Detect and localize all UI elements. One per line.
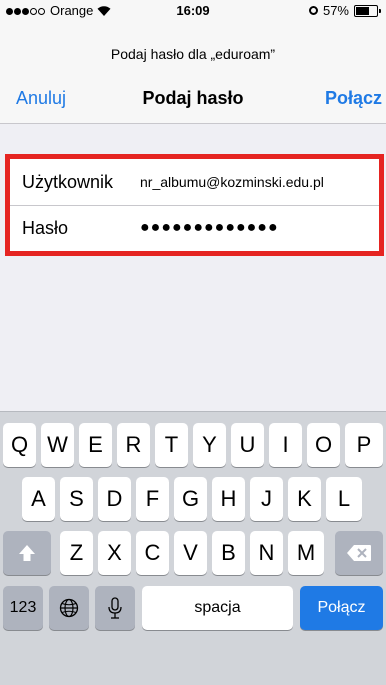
- key-u[interactable]: U: [231, 423, 264, 467]
- key-g[interactable]: G: [174, 477, 207, 521]
- key-n[interactable]: N: [250, 531, 283, 575]
- mic-icon: [108, 597, 122, 619]
- keyboard: Q W E R T Y U I O P A S D F G H J K L Z …: [0, 411, 386, 685]
- cancel-button[interactable]: Anuluj: [16, 88, 66, 109]
- key-p[interactable]: P: [345, 423, 383, 467]
- key-t[interactable]: T: [155, 423, 188, 467]
- key-o[interactable]: O: [307, 423, 340, 467]
- battery-icon: [354, 4, 381, 17]
- key-x[interactable]: X: [98, 531, 131, 575]
- password-label: Hasło: [22, 217, 69, 238]
- battery-status: 57%: [308, 3, 381, 18]
- microphone-key[interactable]: [95, 586, 135, 630]
- space-key[interactable]: spacja: [142, 586, 293, 630]
- key-w[interactable]: W: [41, 423, 74, 467]
- key-q[interactable]: Q: [3, 423, 36, 467]
- globe-key[interactable]: [49, 586, 89, 630]
- key-r[interactable]: R: [117, 423, 150, 467]
- key-b[interactable]: B: [212, 531, 245, 575]
- username-label: Użytkownik: [22, 171, 114, 192]
- key-c[interactable]: C: [136, 531, 169, 575]
- key-v[interactable]: V: [174, 531, 207, 575]
- connect-button[interactable]: Połącz: [325, 88, 382, 109]
- connect-key[interactable]: Połącz: [300, 586, 383, 630]
- username-field[interactable]: nr_albumu@kozminski.edu.pl: [140, 174, 324, 190]
- shift-icon: [19, 545, 35, 561]
- key-m[interactable]: M: [288, 531, 324, 575]
- shift-key[interactable]: [3, 531, 51, 575]
- password-field[interactable]: ●●●●●●●●●●●●●: [140, 219, 279, 237]
- password-row[interactable]: Hasło ●●●●●●●●●●●●●: [10, 205, 379, 251]
- key-f[interactable]: F: [136, 477, 169, 521]
- key-d[interactable]: D: [98, 477, 131, 521]
- username-row[interactable]: Użytkownik nr_albumu@kozminski.edu.pl: [10, 159, 379, 206]
- delete-icon: [347, 545, 371, 561]
- alarm-icon: [308, 6, 318, 15]
- numbers-key[interactable]: 123: [3, 586, 43, 630]
- navigation-bar: Podaj hasło dla „eduroam” Anuluj Podaj h…: [0, 22, 386, 124]
- key-a[interactable]: A: [22, 477, 55, 521]
- delete-key[interactable]: [335, 531, 383, 575]
- credentials-form: Użytkownik nr_albumu@kozminski.edu.pl Ha…: [5, 154, 384, 256]
- network-prompt: Podaj hasło dla „eduroam”: [110, 46, 276, 62]
- battery-percent: 57%: [322, 3, 349, 18]
- key-s[interactable]: S: [60, 477, 93, 521]
- key-l[interactable]: L: [326, 477, 362, 521]
- key-y[interactable]: Y: [193, 423, 226, 467]
- key-j[interactable]: J: [250, 477, 283, 521]
- key-z[interactable]: Z: [60, 531, 93, 575]
- key-h[interactable]: H: [212, 477, 245, 521]
- key-i[interactable]: I: [269, 423, 302, 467]
- globe-icon: [59, 598, 79, 618]
- key-k[interactable]: K: [288, 477, 321, 521]
- status-bar: Orange 16:09 57%: [0, 0, 386, 22]
- key-e[interactable]: E: [79, 423, 112, 467]
